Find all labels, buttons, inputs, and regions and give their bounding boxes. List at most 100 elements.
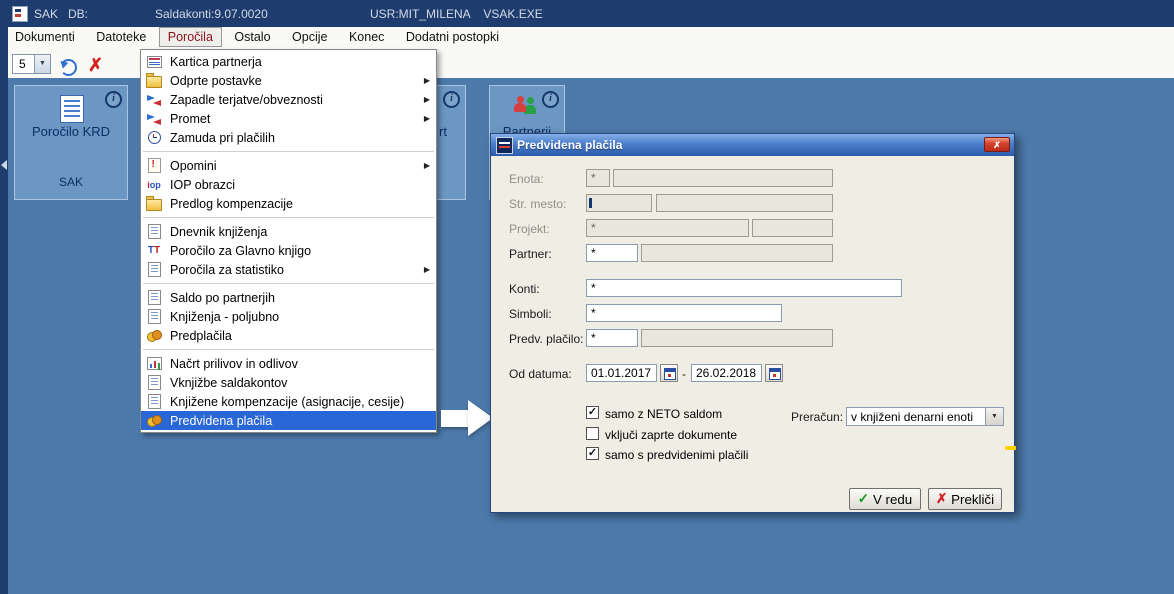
- ok-button[interactable]: ✓ V redu: [849, 488, 921, 510]
- calendar-button-to[interactable]: [765, 364, 783, 382]
- info-icon[interactable]: i: [105, 91, 122, 108]
- menubar-item-konec[interactable]: Konec: [340, 27, 393, 47]
- menu-item-label: Vknjižbe saldakontov: [170, 375, 288, 390]
- konti-label: Konti:: [509, 282, 540, 296]
- edge-arrow-icon: [1, 160, 7, 170]
- menubar: Dokumenti Datoteke Poročila Ostalo Opcij…: [6, 27, 508, 49]
- projekt-code-field: *: [586, 219, 749, 237]
- menu-item-opomini[interactable]: Opomini ▶: [141, 156, 436, 175]
- menu-item-label: Promet: [170, 111, 211, 126]
- dialog-titlebar[interactable]: Predvidena plačila ✗: [491, 134, 1014, 156]
- menu-item-zamuda-pri-placilih[interactable]: Zamuda pri plačilih: [141, 128, 436, 147]
- chevron-down-icon[interactable]: ▼: [34, 55, 50, 73]
- enota-label: Enota:: [509, 172, 544, 186]
- iop-icon: iop: [147, 179, 161, 190]
- card-porocilo-krd[interactable]: i Poročilo KRD SAK: [14, 85, 128, 200]
- submenu-arrow-icon: ▶: [423, 161, 430, 170]
- preracun-dropdown[interactable]: v knjiženi denarni enoti ▼: [846, 407, 1004, 426]
- cancel-button[interactable]: ✗ Prekliči: [928, 488, 1002, 510]
- menu-item-saldo-po-partnerjih[interactable]: Saldo po partnerjih: [141, 288, 436, 307]
- date-range-separator: -: [682, 367, 686, 381]
- info-icon[interactable]: i: [443, 91, 460, 108]
- menu-separator: [143, 151, 434, 152]
- page-icon: [147, 290, 161, 305]
- menu-item-predlog-kompenzacije[interactable]: Predlog kompenzacije: [141, 194, 436, 213]
- predv-placilo-code-field[interactable]: *: [586, 329, 638, 347]
- menubar-item-ostalo[interactable]: Ostalo: [225, 27, 279, 47]
- menu-separator: [143, 349, 434, 350]
- checkbox-samo-s-predvidenimi-placili[interactable]: ✓: [586, 447, 599, 460]
- checkbox-samo-z-neto-saldom[interactable]: ✓: [586, 406, 599, 419]
- clock-icon: [147, 131, 161, 144]
- coins-icon: [147, 415, 162, 427]
- menu-item-iop-obrazci[interactable]: iop IOP obrazci: [141, 175, 436, 194]
- menu-item-label: Saldo po partnerjih: [170, 290, 275, 305]
- menu-item-label: Kartica partnerja: [170, 54, 262, 69]
- menubar-item-datoteke[interactable]: Datoteke: [87, 27, 155, 47]
- konti-field[interactable]: *: [586, 279, 902, 297]
- partner-name-field: [641, 244, 833, 262]
- menu-item-label: Opomini: [170, 158, 217, 173]
- card-footer: SAK: [58, 175, 83, 189]
- menu-item-porocilo-glavna-knjiga[interactable]: TT Poročilo za Glavno knjigo: [141, 241, 436, 260]
- submenu-arrow-icon: ▶: [423, 114, 430, 123]
- menu-item-dnevnik-knjizenja[interactable]: Dnevnik knjiženja: [141, 222, 436, 241]
- folder-icon: [146, 73, 162, 88]
- menubar-item-dokumenti[interactable]: Dokumenti: [6, 27, 84, 47]
- arrows-icon: [147, 94, 161, 106]
- partner-code-field[interactable]: *: [586, 244, 638, 262]
- refresh-icon[interactable]: [60, 59, 77, 76]
- menu-item-zapadle-terjatve[interactable]: Zapadle terjatve/obveznosti ▶: [141, 90, 436, 109]
- menu-item-label: Zamuda pri plačilih: [170, 130, 275, 145]
- close-icon[interactable]: ✗: [984, 137, 1010, 152]
- menu-item-label: Predvidena plačila: [170, 413, 273, 428]
- page-icon: [147, 262, 161, 277]
- toolbar-zoom-combobox[interactable]: 5 ▼: [12, 54, 51, 74]
- calendar-button-from[interactable]: [660, 364, 678, 382]
- menu-item-label: IOP obrazci: [170, 177, 236, 192]
- menu-item-label: Knjiženja - poljubno: [170, 309, 280, 324]
- window-titlebar[interactable]: SAK DB: Saldakonti:9.07.0020 USR:MIT_MIL…: [0, 0, 1174, 27]
- menu-separator: [143, 283, 434, 284]
- info-icon[interactable]: i: [542, 91, 559, 108]
- date-from-field[interactable]: 01.01.2017: [586, 364, 657, 382]
- menu-item-label: Načrt prilivov in odlivov: [170, 356, 298, 371]
- enota-code-field: *: [586, 169, 610, 187]
- date-to-field[interactable]: 26.02.2018: [691, 364, 762, 382]
- preracun-label: Preračun:: [791, 410, 844, 424]
- menu-item-label: Zapadle terjatve/obveznosti: [170, 92, 323, 107]
- menu-item-predvidena-placila[interactable]: Predvidena plačila: [141, 411, 436, 430]
- checkbox-vkljuci-zaprte-dokumente[interactable]: [586, 427, 599, 440]
- simboli-field[interactable]: *: [586, 304, 782, 322]
- menu-item-promet[interactable]: Promet ▶: [141, 109, 436, 128]
- reports-menu: Kartica partnerja Odprte postavke ▶ Zapa…: [140, 49, 437, 433]
- combobox-value: 5: [19, 57, 26, 71]
- delete-icon[interactable]: ✗: [88, 55, 103, 76]
- menu-item-predplacila[interactable]: Predplačila: [141, 326, 436, 345]
- menu-item-kartica-partnerja[interactable]: Kartica partnerja: [141, 52, 436, 71]
- menu-separator: [143, 217, 434, 218]
- card-title-fragment: rt: [439, 124, 447, 139]
- menubar-item-opcije[interactable]: Opcije: [283, 27, 336, 47]
- menu-item-odprte-postavke[interactable]: Odprte postavke ▶: [141, 71, 436, 90]
- window-left-edge: [0, 0, 8, 594]
- menu-item-vknjizbe-saldakontov[interactable]: Vknjižbe saldakontov: [141, 373, 436, 392]
- menu-item-label: Predlog kompenzacije: [170, 196, 293, 211]
- od-datuma-label: Od datuma:: [509, 367, 572, 381]
- checkbox-label: samo s predvidenimi plačili: [605, 448, 749, 462]
- arrows-icon: [147, 113, 161, 125]
- str-mesto-code-field: [586, 194, 652, 212]
- chevron-down-icon[interactable]: ▼: [985, 408, 1003, 425]
- app-version: Saldakonti:9.07.0020: [155, 7, 268, 21]
- menu-item-nacrt-prilivov[interactable]: Načrt prilivov in odlivov: [141, 354, 436, 373]
- page-icon: [147, 224, 161, 239]
- page-icon: [147, 394, 161, 409]
- predv-placilo-label: Predv. plačilo:: [509, 332, 584, 346]
- menu-item-knjizene-kompenzacije[interactable]: Knjižene kompenzacije (asignacije, cesij…: [141, 392, 436, 411]
- check-icon: ✓: [587, 406, 598, 418]
- menubar-item-porocila[interactable]: Poročila: [158, 27, 222, 47]
- menubar-item-dodatni-postopki[interactable]: Dodatni postopki: [397, 27, 508, 47]
- menu-item-porocila-statistika[interactable]: Poročila za statistiko ▶: [141, 260, 436, 279]
- calendar-icon: [664, 368, 676, 380]
- menu-item-knjizenja-poljubno[interactable]: Knjiženja - poljubno: [141, 307, 436, 326]
